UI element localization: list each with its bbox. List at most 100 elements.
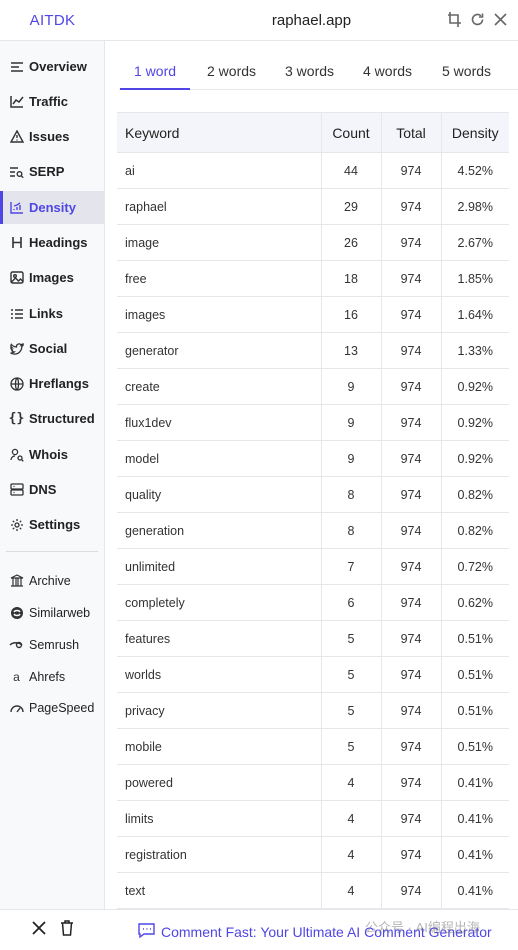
- sidebar-item-headings[interactable]: Headings: [0, 226, 104, 259]
- sidebar-item-overview[interactable]: Overview: [0, 50, 104, 83]
- sidebar-item-hreflangs[interactable]: Hreflangs: [0, 367, 104, 400]
- total-cell: 974: [381, 476, 442, 513]
- sidebar-item-links[interactable]: Links: [0, 297, 104, 330]
- serp-icon: [9, 164, 24, 179]
- sidebar-item-structured[interactable]: {} Structured: [0, 402, 104, 435]
- sidebar-item-label: Hreflangs: [29, 376, 89, 391]
- sidebar-item-serp[interactable]: SERP: [0, 155, 104, 188]
- keyword-cell: text: [117, 872, 322, 909]
- sidebar-item-similarweb[interactable]: Similarweb: [0, 596, 104, 629]
- crop-icon[interactable]: [447, 11, 462, 28]
- table-row: privacy 5 974 0.51%: [117, 692, 509, 729]
- sidebar-item-label: Traffic: [29, 94, 69, 109]
- density-chart-icon: [9, 200, 24, 215]
- sidebar-item-images[interactable]: Images: [0, 261, 104, 294]
- sidebar-item-label: Headings: [29, 235, 88, 250]
- table-row: features 5 974 0.51%: [117, 620, 509, 657]
- density-cell: 0.41%: [441, 800, 509, 837]
- keyword-cell: limits: [117, 800, 322, 837]
- total-cell: 974: [381, 692, 442, 729]
- column-header-count[interactable]: Count: [321, 112, 382, 153]
- density-cell: 2.67%: [441, 224, 509, 261]
- count-cell: 8: [321, 476, 382, 513]
- tab-2-words[interactable]: 2 words: [193, 53, 270, 90]
- total-cell: 974: [381, 296, 442, 333]
- sidebar-item-social[interactable]: Social: [0, 332, 104, 365]
- tab-5-words[interactable]: 5 words: [428, 53, 505, 90]
- count-cell: 4: [321, 872, 382, 909]
- density-cell: 1.85%: [441, 260, 509, 297]
- density-cell: 0.41%: [441, 872, 509, 909]
- close-icon[interactable]: [493, 11, 508, 28]
- keyword-cell: generation: [117, 512, 322, 549]
- x-twitter-icon[interactable]: [31, 920, 47, 941]
- sidebar-item-traffic[interactable]: Traffic: [0, 85, 104, 118]
- table-row: generator 13 974 1.33%: [117, 332, 509, 369]
- table-row: text 4 974 0.41%: [117, 872, 509, 909]
- keyword-cell: features: [117, 620, 322, 657]
- tab-1-word[interactable]: 1 word: [120, 53, 191, 90]
- count-cell: 7: [321, 548, 382, 585]
- count-cell: 4: [321, 764, 382, 801]
- keyword-cell: completely: [117, 584, 322, 621]
- sidebar-item-label: Links: [29, 306, 63, 321]
- refresh-icon[interactable]: [470, 11, 485, 28]
- count-cell: 5: [321, 692, 382, 729]
- sidebar-item-semrush[interactable]: Semrush: [0, 628, 104, 661]
- count-cell: 5: [321, 620, 382, 657]
- top-actions: [447, 11, 508, 28]
- density-cell: 0.82%: [441, 476, 509, 513]
- column-header-total[interactable]: Total: [381, 112, 442, 153]
- sidebar-item-dns[interactable]: DNS: [0, 473, 104, 506]
- sidebar-item-settings[interactable]: Settings: [0, 508, 104, 541]
- total-cell: 974: [381, 368, 442, 405]
- tab-3-words[interactable]: 3 words: [271, 53, 348, 90]
- density-cell: 0.41%: [441, 836, 509, 873]
- total-cell: 974: [381, 584, 442, 621]
- sidebar-item-pagespeed[interactable]: PageSpeed: [0, 691, 104, 724]
- trash-icon[interactable]: [60, 919, 74, 941]
- server-icon: [9, 482, 24, 497]
- sidebar-item-label: Density: [29, 200, 76, 215]
- sidebar-item-label: Issues: [29, 129, 70, 144]
- pagespeed-icon: [9, 700, 24, 715]
- sidebar-item-density[interactable]: Density: [0, 191, 104, 224]
- table-row: create 9 974 0.92%: [117, 368, 509, 405]
- table-row: mobile 5 974 0.51%: [117, 728, 509, 765]
- table-row: quality 8 974 0.82%: [117, 476, 509, 513]
- column-header-density[interactable]: Density: [441, 112, 509, 153]
- table-row: limits 4 974 0.41%: [117, 800, 509, 837]
- count-cell: 13: [321, 332, 382, 369]
- table-row: flux1dev 9 974 0.92%: [117, 404, 509, 441]
- sidebar-item-ahrefs[interactable]: a Ahrefs: [0, 660, 104, 693]
- brand-logo[interactable]: AITDK: [0, 12, 105, 29]
- keyword-cell: unlimited: [117, 548, 322, 585]
- total-cell: 974: [381, 800, 442, 837]
- sidebar-item-issues[interactable]: Issues: [0, 120, 104, 153]
- top-bar: AITDK raphael.app: [0, 0, 518, 41]
- list-icon: [9, 59, 24, 74]
- keyword-cell: flux1dev: [117, 404, 322, 441]
- count-cell: 16: [321, 296, 382, 333]
- total-cell: 974: [381, 188, 442, 225]
- sidebar-item-label: Images: [29, 270, 74, 285]
- density-cell: 0.51%: [441, 656, 509, 693]
- table-header-row: Keyword Count Total Density: [117, 112, 509, 153]
- column-header-keyword[interactable]: Keyword: [117, 112, 322, 153]
- table-row: worlds 5 974 0.51%: [117, 656, 509, 693]
- keyword-cell: image: [117, 224, 322, 261]
- total-cell: 974: [381, 872, 442, 909]
- chart-line-icon: [9, 94, 24, 109]
- total-cell: 974: [381, 656, 442, 693]
- similarweb-icon: [9, 605, 24, 620]
- keyword-cell: privacy: [117, 692, 322, 729]
- sidebar-item-whois[interactable]: Whois: [0, 438, 104, 471]
- ahrefs-icon: a: [13, 669, 20, 684]
- density-cell: 0.41%: [441, 764, 509, 801]
- sidebar-item-archive[interactable]: Archive: [0, 564, 104, 597]
- tab-4-words[interactable]: 4 words: [349, 53, 426, 90]
- word-count-tabs: 1 word 2 words 3 words 4 words 5 words: [119, 53, 518, 90]
- table-row: raphael 29 974 2.98%: [117, 188, 509, 225]
- sidebar-item-label: SERP: [29, 164, 65, 179]
- count-cell: 5: [321, 656, 382, 693]
